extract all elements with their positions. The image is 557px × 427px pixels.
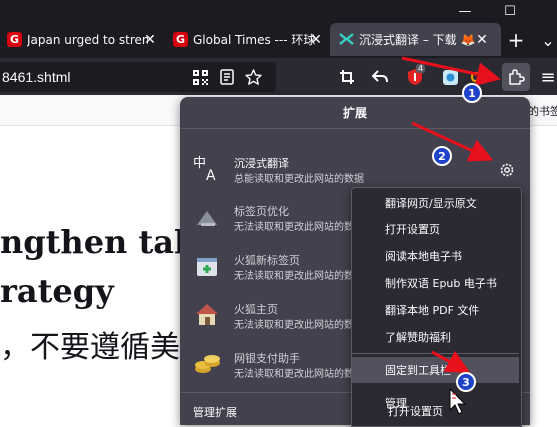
qr-code-icon[interactable] <box>191 68 209 86</box>
manage-extensions-link[interactable]: 管理扩展 <box>193 404 237 420</box>
step-badge-3: 3 <box>456 372 476 392</box>
extension-permission: 无法读取和更改此网站的数据 <box>234 271 364 282</box>
firefox-new-tab-icon <box>193 252 221 280</box>
shield-extension-icon[interactable]: 4 <box>404 64 426 88</box>
extension-name[interactable]: 沉浸式翻译 <box>234 155 289 171</box>
extensions-puzzle-button[interactable] <box>502 63 530 91</box>
tab-optimizer-icon <box>193 203 221 231</box>
globaltimes-favicon-icon: G <box>7 32 22 47</box>
url-text[interactable]: 8461.shtml <box>2 69 70 85</box>
tab-global-times[interactable]: G Global Times --- 环球时报 <box>168 23 315 56</box>
tab-close-button[interactable]: ✕ <box>140 23 160 56</box>
minimize-button[interactable]: — <box>452 0 478 22</box>
extension-name[interactable]: 网银支付助手 <box>234 350 300 366</box>
tab-japan[interactable]: G Japan urged to strengthen talks, refra… <box>2 23 148 56</box>
menu-item-open-settings[interactable]: 打开设置页 <box>352 216 519 242</box>
menu-item-translate-page[interactable]: 翻译网页/显示原文 <box>352 190 519 216</box>
menu-item-make-bilingual-epub[interactable]: 制作双语 Epub 电子书 <box>352 270 519 296</box>
extension-name[interactable]: 火狐新标签页 <box>234 252 300 268</box>
reader-view-icon[interactable] <box>218 68 236 86</box>
divider <box>180 128 530 129</box>
gear-icon[interactable] <box>497 160 517 180</box>
step-badge-2: 2 <box>432 146 452 166</box>
svg-text:中: 中 <box>193 156 206 171</box>
tab-close-button[interactable]: ✕ <box>472 23 492 56</box>
divider <box>352 353 519 354</box>
menu-item-translate-local-pdf[interactable]: 翻译本地 PDF 文件 <box>352 297 519 323</box>
menu-item-sponsor-benefits[interactable]: 了解赞助福利 <box>352 324 519 350</box>
tab-title: Global Times --- 环球时报 <box>193 33 315 47</box>
screenshot-extension-icon[interactable] <box>440 67 460 87</box>
headline-line-3: ，不要遵循美 <box>0 330 180 365</box>
extension-permission: 总能读取和更改此网站的数据 <box>234 174 364 185</box>
other-bookmarks-label[interactable]: 的书签 <box>528 103 557 119</box>
step-badge-1: 1 <box>462 83 482 103</box>
extension-permission: 无法读取和更改此网站的数据 <box>234 222 364 233</box>
translate-icon: 中A <box>193 154 221 184</box>
maximize-button[interactable]: ☐ <box>497 0 523 22</box>
menu-item-open-settings-tooltip: 打开设置页 <box>388 405 443 418</box>
tab-title: 沉浸式翻译 – 下载 🦊 <box>359 33 476 47</box>
tab-title: Japan urged to strengthen talks, refrain… <box>27 32 148 47</box>
extension-permission: 无法读取和更改此网站的数据 <box>234 369 364 380</box>
reply-arrow-icon[interactable] <box>371 68 389 86</box>
menu-item-read-local-ebook[interactable]: 阅读本地电子书 <box>352 243 519 269</box>
headline-line-2: rategy <box>0 272 114 310</box>
app-menu-button[interactable]: ≡ <box>538 66 557 88</box>
new-tab-button[interactable]: + <box>503 28 529 52</box>
extension-permission: 无法读取和更改此网站的数据 <box>234 320 364 331</box>
globaltimes-favicon-icon: G <box>173 32 188 47</box>
menu-item-pin-to-toolbar[interactable]: 固定到工具栏 <box>352 357 519 383</box>
immersive-translate-favicon-icon <box>339 32 354 47</box>
extension-name[interactable]: 火狐主页 <box>234 301 278 317</box>
svg-text:A: A <box>206 168 216 182</box>
tab-close-button[interactable]: ✕ <box>306 23 326 56</box>
firefox-home-icon <box>193 300 221 328</box>
extension-name[interactable]: 标签页优化 <box>234 203 289 219</box>
payment-helper-icon <box>193 349 221 377</box>
bookmark-star-icon[interactable] <box>243 67 263 87</box>
extensions-panel-title: 扩展 <box>342 106 367 120</box>
extension-badge-count: 4 <box>416 64 426 73</box>
list-all-tabs-button[interactable]: ⌄ <box>535 28 557 52</box>
crop-icon[interactable] <box>338 68 356 86</box>
